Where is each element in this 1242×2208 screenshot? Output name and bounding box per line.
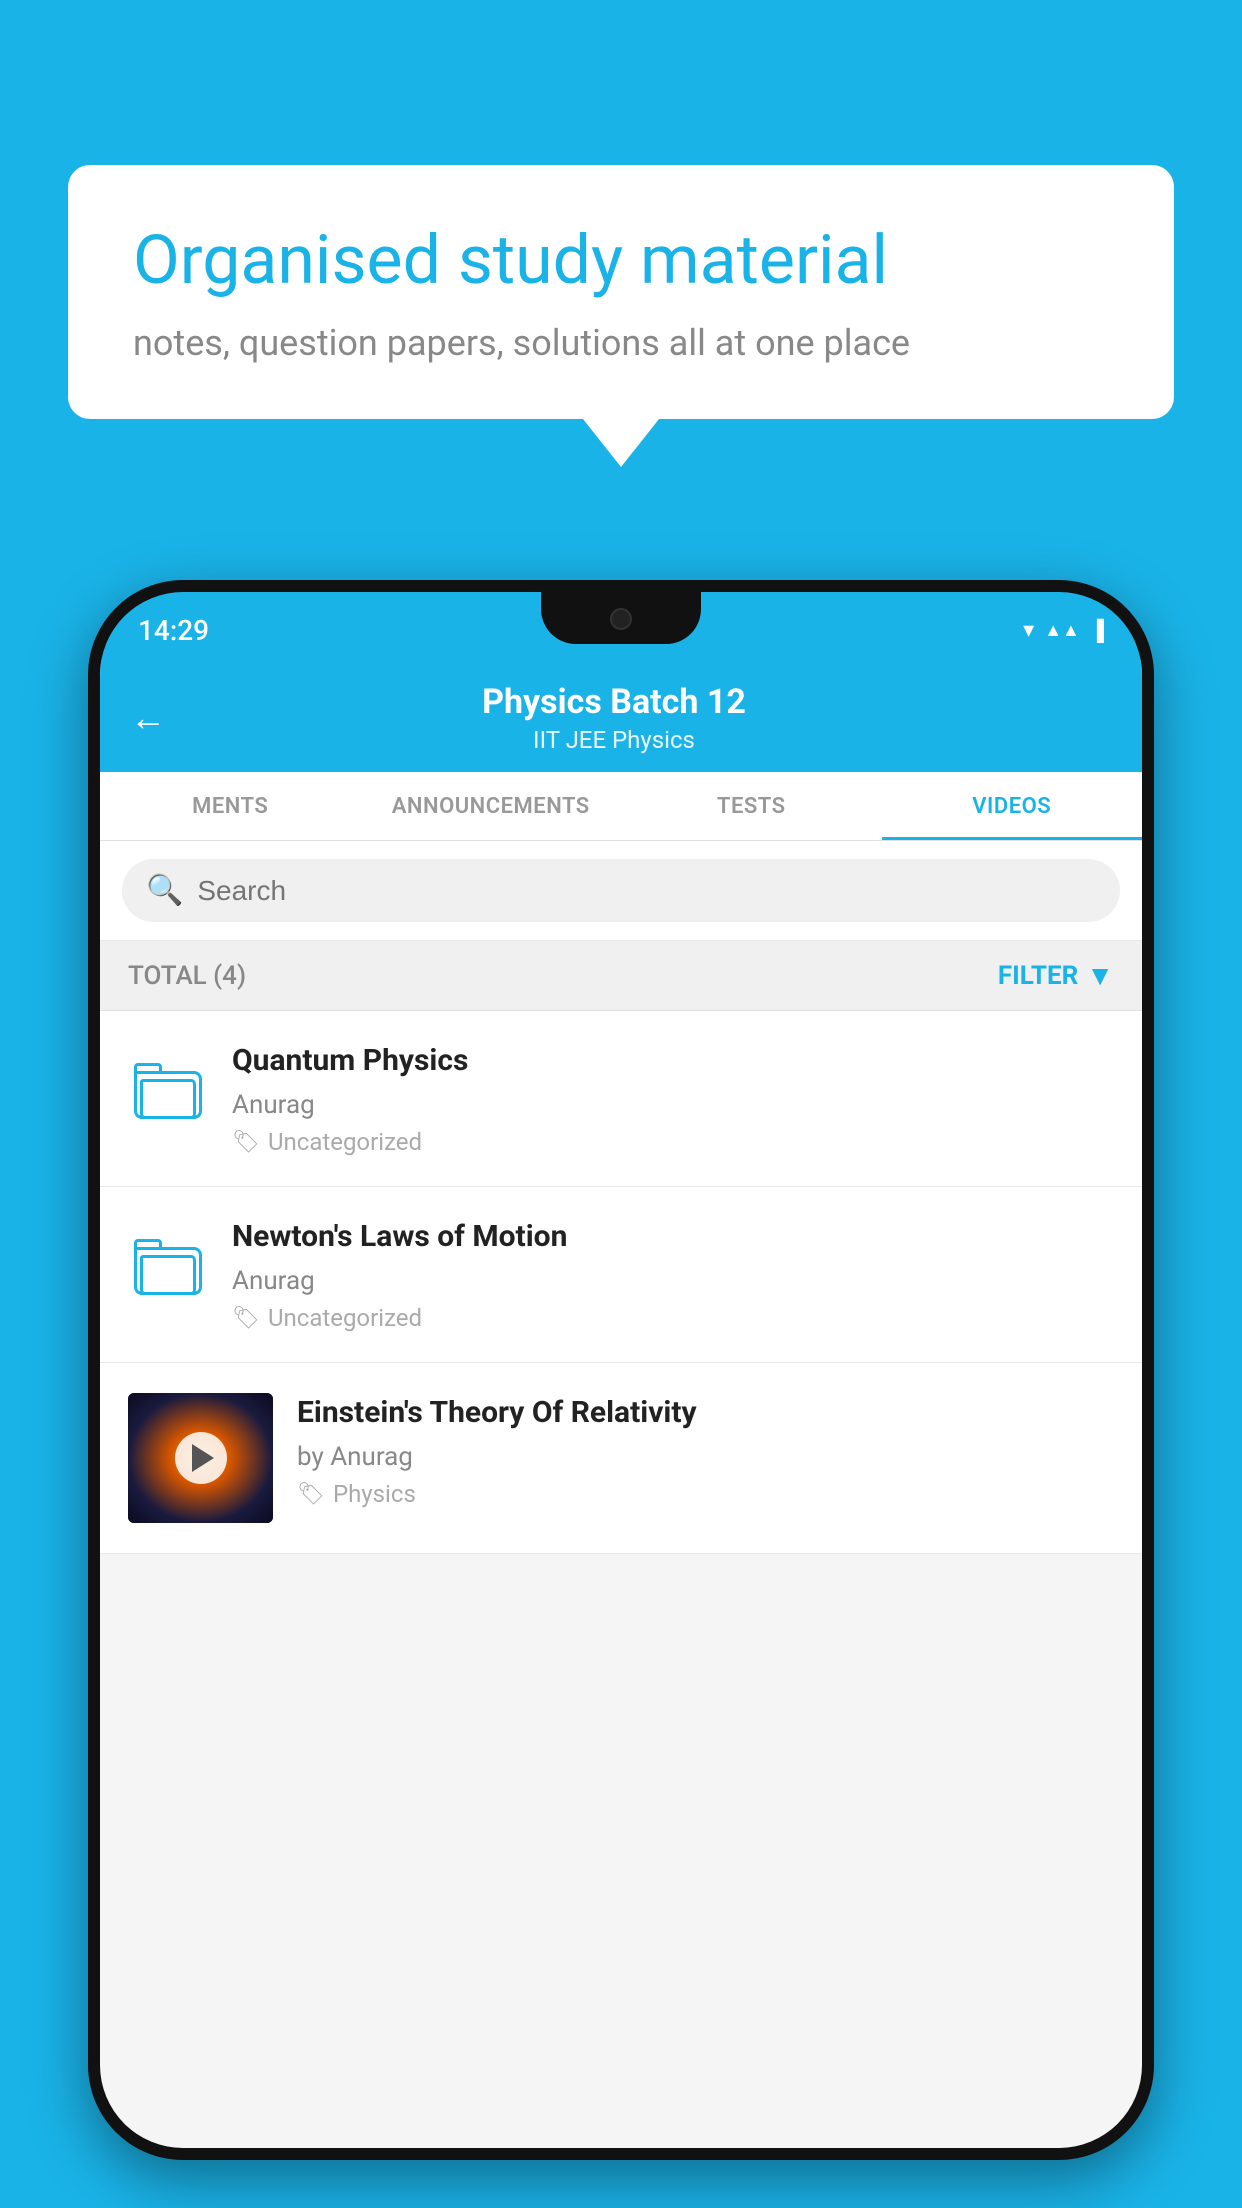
folder-icon	[134, 1063, 202, 1119]
video-list: Quantum Physics Anurag 🏷 Uncategorized	[100, 1011, 1142, 1554]
tag-label: Uncategorized	[268, 1304, 422, 1332]
filter-icon: ▼	[1086, 959, 1114, 992]
tag-icon: 🏷	[232, 1130, 260, 1155]
tag-icon: 🏷	[232, 1306, 260, 1331]
status-icons: ▾ ▲▲ ▐	[1023, 610, 1104, 643]
video-title: Einstein's Theory Of Relativity	[297, 1393, 1114, 1432]
speech-bubble-title: Organised study material	[133, 220, 1109, 302]
phone-inner: 14:29 ▾ ▲▲ ▐ ← Physics Batch 12 IIT JEE …	[100, 592, 1142, 2148]
back-button[interactable]: ←	[130, 700, 166, 736]
camera	[610, 608, 632, 630]
tag-label: Uncategorized	[268, 1128, 422, 1156]
signal-icon: ▲▲	[1044, 620, 1080, 641]
video-tag: 🏷 Uncategorized	[232, 1128, 1114, 1156]
search-input-wrapper: 🔍	[122, 859, 1120, 922]
tab-ments[interactable]: MENTS	[100, 772, 361, 840]
total-count: TOTAL (4)	[128, 961, 246, 991]
video-info: Quantum Physics Anurag 🏷 Uncategorized	[232, 1041, 1114, 1156]
video-tag: 🏷 Uncategorized	[232, 1304, 1114, 1332]
phone-notch	[541, 592, 701, 644]
filter-row: TOTAL (4) FILTER ▼	[100, 941, 1142, 1011]
video-author: Anurag	[232, 1090, 1114, 1120]
header-title: Physics Batch 12	[186, 682, 1042, 722]
header-title-area: Physics Batch 12 IIT JEE Physics	[186, 682, 1042, 754]
battery-icon: ▐	[1090, 618, 1104, 643]
speech-bubble-container: Organised study material notes, question…	[68, 165, 1174, 467]
video-author: Anurag	[232, 1266, 1114, 1296]
filter-button[interactable]: FILTER ▼	[998, 959, 1114, 992]
header-subtitle: IIT JEE Physics	[186, 726, 1042, 754]
list-item[interactable]: Quantum Physics Anurag 🏷 Uncategorized	[100, 1011, 1142, 1187]
speech-bubble-arrow	[583, 419, 659, 467]
tag-label: Physics	[333, 1480, 416, 1508]
tabs-bar: MENTS ANNOUNCEMENTS TESTS VIDEOS	[100, 772, 1142, 841]
video-title: Newton's Laws of Motion	[232, 1217, 1114, 1256]
speech-bubble: Organised study material notes, question…	[68, 165, 1174, 419]
video-title: Quantum Physics	[232, 1041, 1114, 1080]
video-info: Einstein's Theory Of Relativity by Anura…	[297, 1393, 1114, 1508]
app-content: ← Physics Batch 12 IIT JEE Physics MENTS…	[100, 660, 1142, 2148]
search-container: 🔍	[100, 841, 1142, 941]
list-item[interactable]: Newton's Laws of Motion Anurag 🏷 Uncateg…	[100, 1187, 1142, 1363]
play-triangle-icon	[192, 1444, 214, 1472]
folder-icon	[134, 1239, 202, 1295]
list-item[interactable]: Einstein's Theory Of Relativity by Anura…	[100, 1363, 1142, 1554]
video-author: by Anurag	[297, 1442, 1114, 1472]
app-header: ← Physics Batch 12 IIT JEE Physics	[100, 660, 1142, 772]
search-icon: 🔍	[146, 873, 183, 908]
filter-label: FILTER	[998, 961, 1078, 991]
tab-announcements[interactable]: ANNOUNCEMENTS	[361, 772, 622, 840]
video-tag: 🏷 Physics	[297, 1480, 1114, 1508]
status-time: 14:29	[138, 606, 209, 647]
folder-icon-wrapper	[128, 1051, 208, 1131]
phone-mockup: 14:29 ▾ ▲▲ ▐ ← Physics Batch 12 IIT JEE …	[88, 580, 1154, 2160]
tab-tests[interactable]: TESTS	[621, 772, 882, 840]
search-input[interactable]	[197, 875, 1096, 907]
tab-videos[interactable]: VIDEOS	[882, 772, 1143, 840]
wifi-icon: ▾	[1023, 618, 1034, 643]
speech-bubble-subtitle: notes, question papers, solutions all at…	[133, 322, 1109, 364]
play-button[interactable]	[175, 1432, 227, 1484]
video-info: Newton's Laws of Motion Anurag 🏷 Uncateg…	[232, 1217, 1114, 1332]
video-thumbnail	[128, 1393, 273, 1523]
folder-icon-wrapper	[128, 1227, 208, 1307]
tag-icon: 🏷	[297, 1482, 325, 1507]
